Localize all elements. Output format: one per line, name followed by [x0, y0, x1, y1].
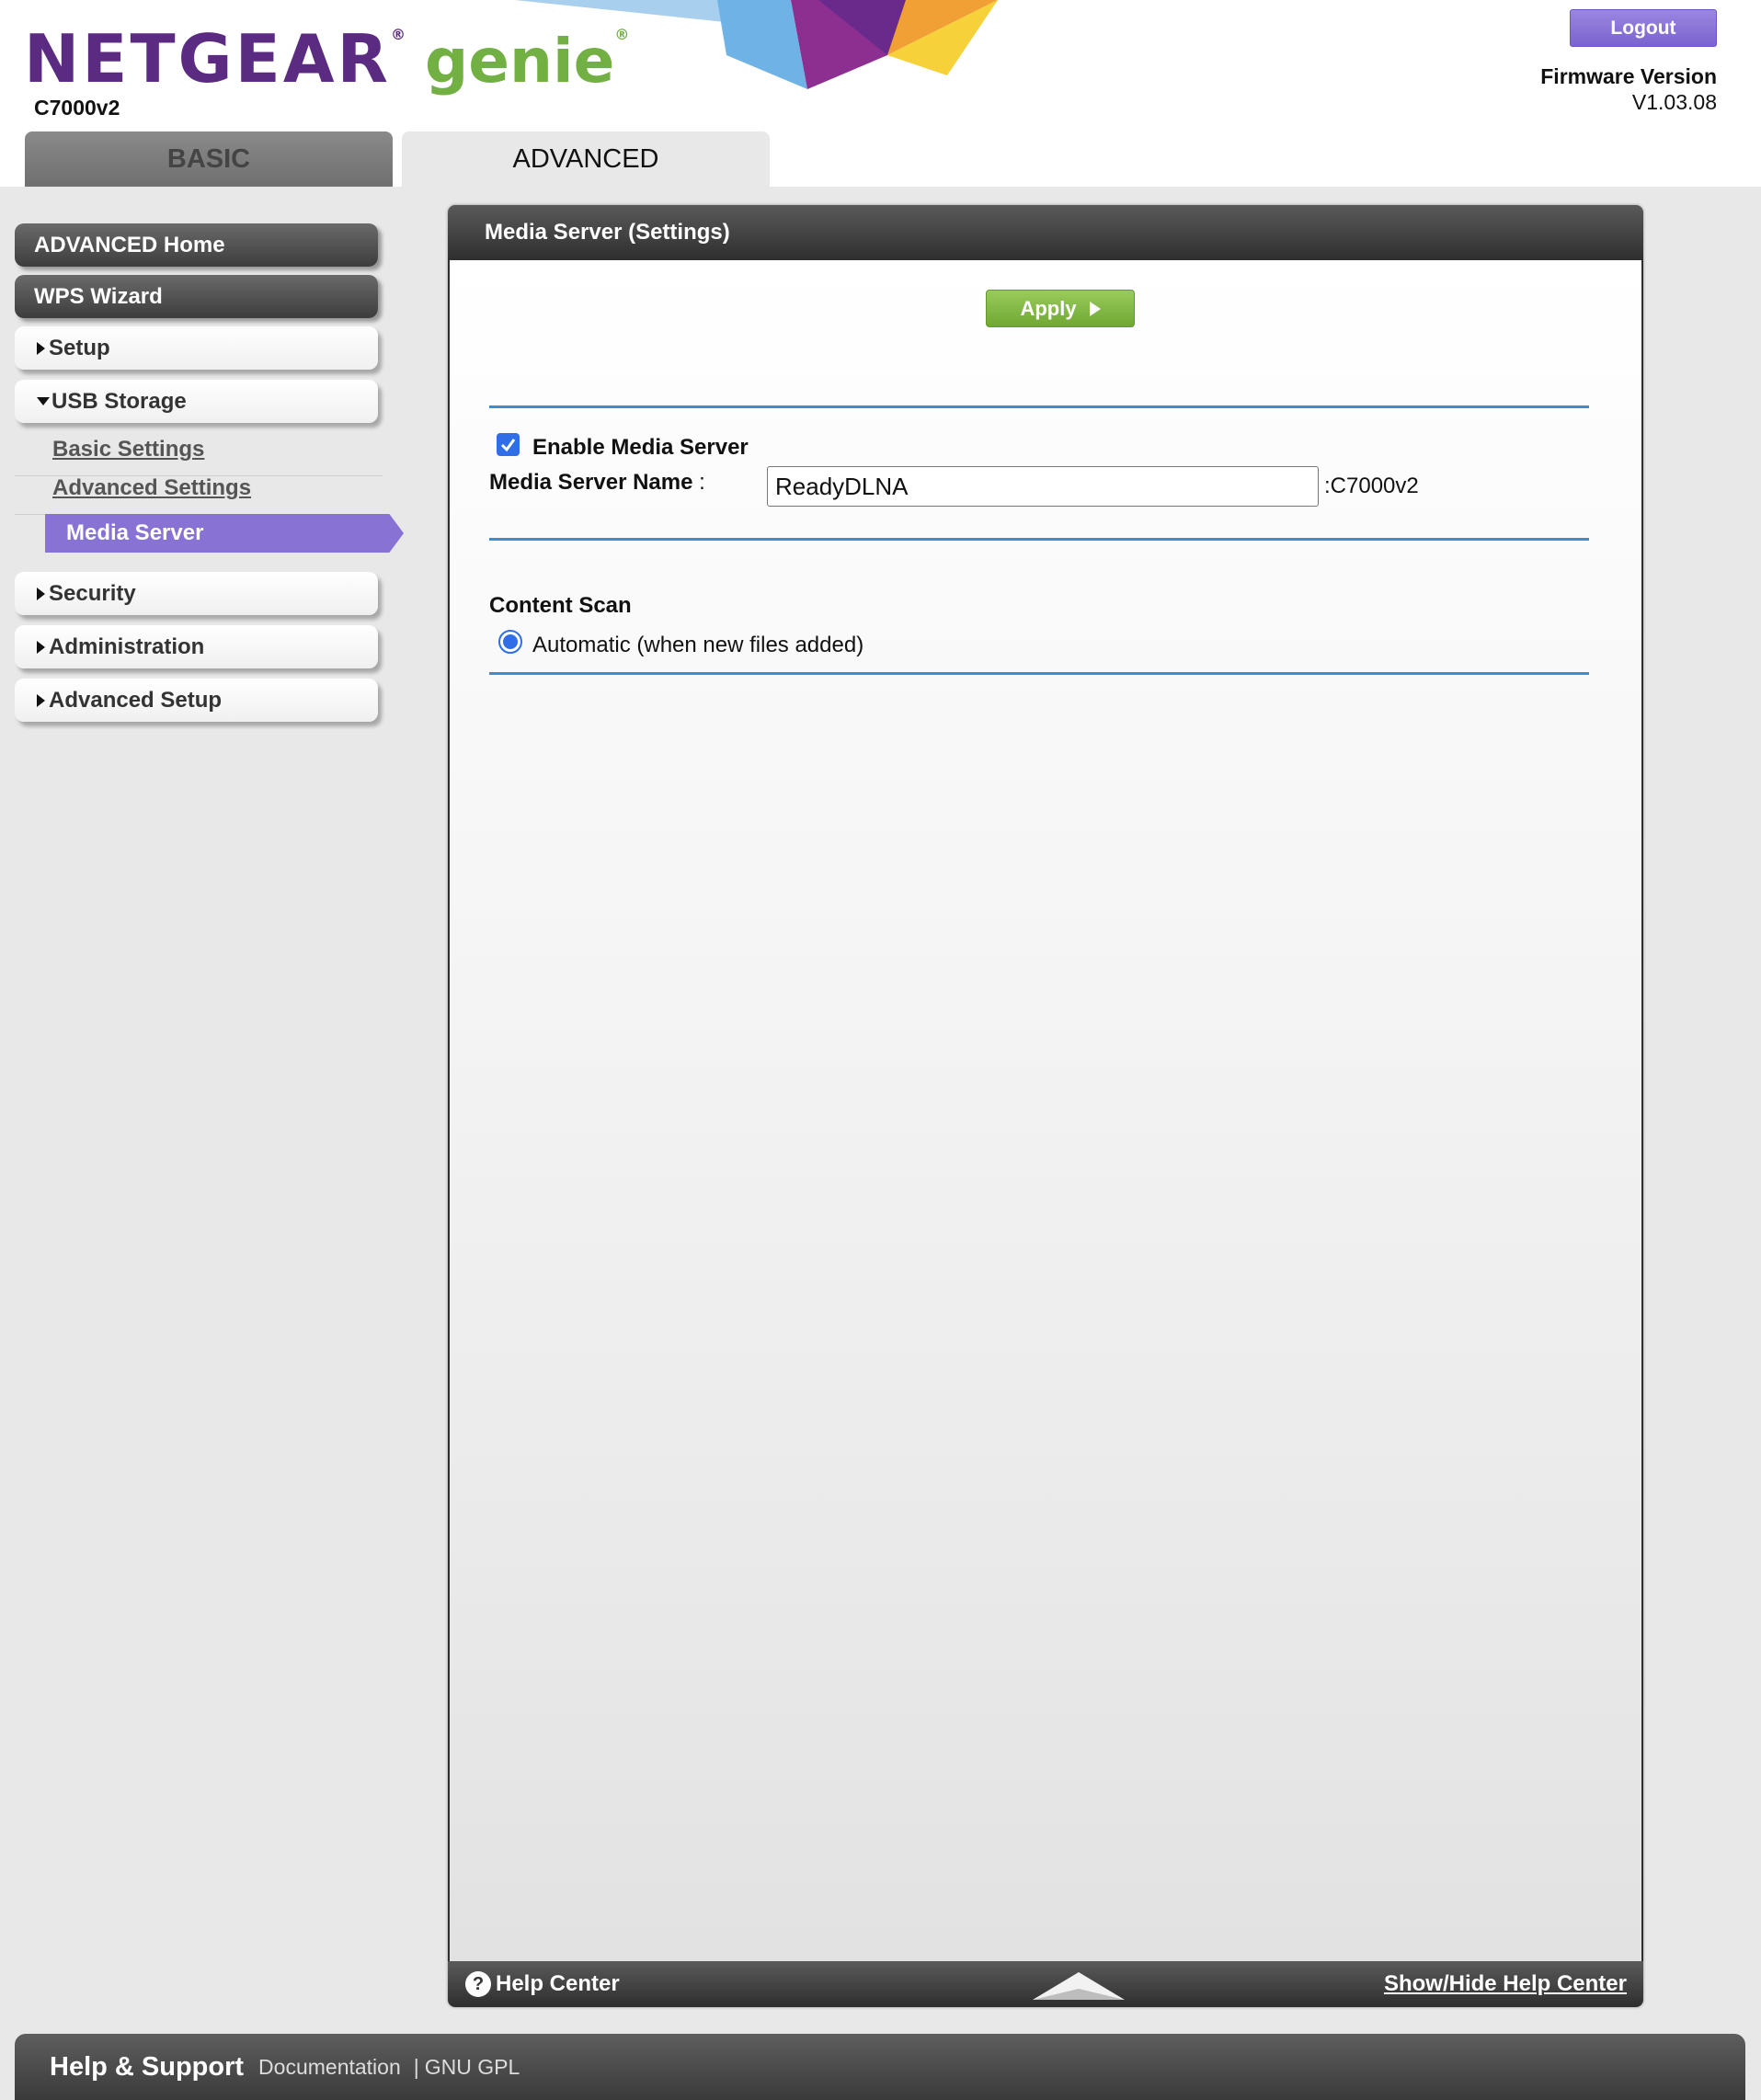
sidebar-item-label: ADVANCED Home [34, 232, 225, 257]
sidebar-subitem-media-server[interactable]: Media Server [45, 514, 404, 553]
apply-label: Apply [1020, 296, 1077, 320]
panel-title: Media Server (Settings) [448, 205, 1643, 260]
enable-media-server-checkbox[interactable] [497, 433, 520, 456]
enable-media-server-label: Enable Media Server [532, 435, 749, 460]
help-center-bar: ? Help Center Show/Hide Help Center [448, 1961, 1643, 2007]
tab-basic[interactable]: BASIC [25, 131, 393, 187]
play-arrow-icon [1089, 301, 1101, 316]
logout-button[interactable]: Logout [1570, 9, 1717, 47]
router-model: C7000v2 [34, 96, 120, 120]
sidebar-subitem-advanced-settings[interactable]: Advanced Settings [52, 475, 251, 501]
expand-up-icon[interactable] [1033, 1969, 1125, 2002]
triangle-right-icon [37, 341, 45, 355]
show-hide-help-center-link[interactable]: Show/Hide Help Center [1384, 1971, 1627, 1997]
section-divider [489, 672, 1589, 675]
triangle-right-icon [37, 693, 45, 707]
sidebar-item-wps-wizard[interactable]: WPS Wizard [15, 275, 378, 318]
sidebar-item-label: Media Server [66, 520, 204, 545]
sidebar-item-label: Setup [49, 335, 110, 360]
sidebar-nav: ADVANCED Home WPS Wizard Setup USB Stora… [15, 214, 404, 729]
tab-advanced[interactable]: ADVANCED [402, 131, 770, 187]
media-server-name-suffix: :C7000v2 [1324, 474, 1419, 498]
footer-separator: | [413, 2054, 419, 2079]
gnu-gpl-link[interactable]: GNU GPL [425, 2055, 520, 2080]
media-server-name-input[interactable] [767, 466, 1319, 507]
apply-button[interactable]: Apply [986, 290, 1135, 327]
sidebar-item-label: Administration [49, 633, 205, 659]
firmware-version-value: V1.03.08 [1631, 90, 1717, 114]
sidebar-item-label: USB Storage [51, 388, 187, 414]
checkmark-icon [500, 439, 516, 452]
sidebar-item-setup[interactable]: Setup [15, 326, 378, 370]
media-server-name-label: Media Server Name : [489, 470, 705, 495]
footer: Help & Support Documentation | GNU GPL [15, 2034, 1745, 2100]
automatic-scan-radio[interactable] [498, 630, 522, 654]
triangle-right-icon [37, 640, 45, 654]
radio-selected-dot [503, 634, 518, 649]
media-server-panel: Media Server (Settings) Apply Enable Med… [448, 205, 1643, 2007]
sidebar-item-usb-storage[interactable]: USB Storage [15, 380, 378, 423]
header: NETGEAR® genie® C7000v2 Logout Firmware V… [0, 0, 1761, 187]
section-divider [489, 405, 1589, 408]
sidebar-item-security[interactable]: Security [15, 572, 378, 615]
sidebar-item-administration[interactable]: Administration [15, 625, 378, 668]
sidebar-item-label: Advanced Setup [49, 687, 223, 713]
sidebar-item-label: Security [49, 580, 136, 606]
sidebar-item-advanced-setup[interactable]: Advanced Setup [15, 679, 378, 722]
help-center-label: Help Center [496, 1971, 620, 1996]
help-support-title: Help & Support [50, 2051, 245, 2082]
header-geometric-graphic [515, 0, 998, 89]
automatic-scan-label: Automatic (when new files added) [532, 633, 864, 657]
logo-netgear-text: NETGEAR® [24, 20, 408, 97]
documentation-link[interactable]: Documentation [258, 2055, 401, 2080]
sidebar-item-label: WPS Wizard [34, 283, 163, 309]
triangle-right-icon [37, 587, 45, 600]
sidebar-subitem-basic-settings[interactable]: Basic Settings [52, 437, 204, 462]
content-scan-heading: Content Scan [489, 593, 632, 618]
triangle-down-icon [37, 397, 50, 405]
panel-body: Apply Enable Media Server Media Server N… [448, 260, 1643, 1961]
help-question-icon: ? [465, 1971, 491, 1997]
firmware-version-label: Firmware Version [1540, 64, 1717, 88]
sidebar-item-advanced-home[interactable]: ADVANCED Home [15, 223, 378, 267]
section-divider [489, 538, 1589, 541]
